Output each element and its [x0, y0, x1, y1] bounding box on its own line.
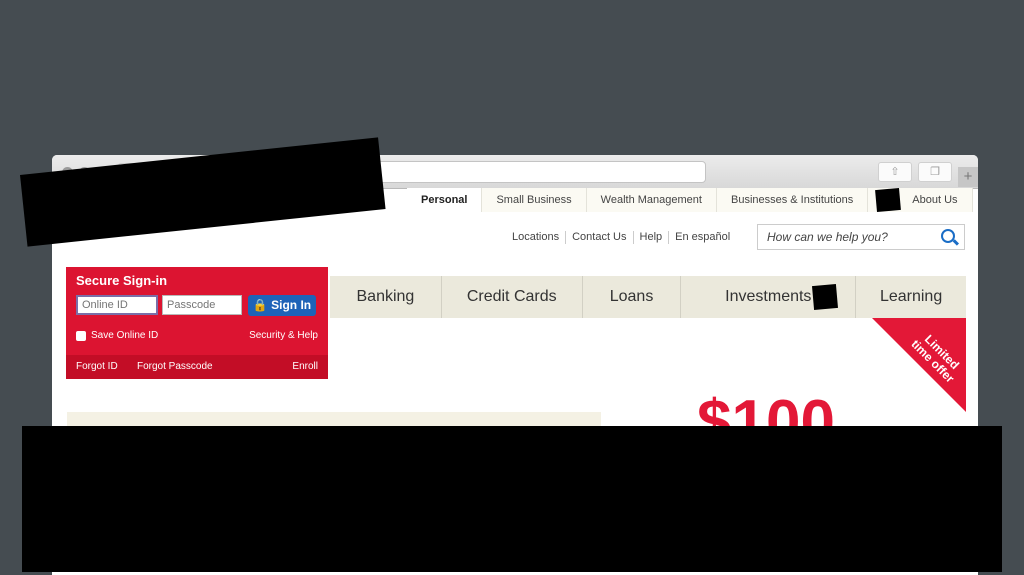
site-search-input[interactable]: How can we help you?	[757, 224, 965, 250]
main-nav-credit-cards[interactable]: Credit Cards	[442, 276, 583, 318]
top-nav-wealth-management[interactable]: Wealth Management	[586, 188, 717, 212]
forgot-id-link[interactable]: Forgot ID	[76, 361, 118, 372]
redaction-square	[811, 283, 839, 311]
help-link[interactable]: Help	[634, 231, 670, 244]
secure-signin-panel: Secure Sign-in 🔒 Sign In Save Online ID …	[66, 267, 328, 379]
tabs-icon[interactable]: ❐	[918, 162, 952, 182]
main-nav-loans[interactable]: Loans	[583, 276, 682, 318]
espanol-link[interactable]: En español	[669, 231, 736, 244]
top-nav-personal[interactable]: Personal	[407, 188, 483, 212]
top-nav-businesses-institutions[interactable]: Businesses & Institutions	[716, 188, 869, 212]
top-nav-small-business[interactable]: Small Business	[482, 188, 587, 212]
utility-links: Locations Contact Us Help En español	[506, 231, 736, 244]
redaction-square	[875, 187, 901, 213]
main-nav: Banking Credit Cards Loans Investments L…	[330, 276, 966, 318]
sign-in-button[interactable]: 🔒 Sign In	[248, 295, 316, 316]
signin-title: Secure Sign-in	[76, 273, 168, 288]
contact-us-link[interactable]: Contact Us	[566, 231, 634, 244]
online-id-input[interactable]	[76, 295, 158, 315]
main-nav-learning[interactable]: Learning	[856, 276, 966, 318]
redaction-block	[22, 426, 1002, 572]
limited-offer-ribbon: Limited time offer	[872, 318, 966, 412]
enroll-link[interactable]: Enroll	[292, 361, 318, 372]
locations-link[interactable]: Locations	[506, 231, 567, 244]
search-icon[interactable]	[941, 229, 955, 243]
main-nav-banking[interactable]: Banking	[330, 276, 442, 318]
search-placeholder: How can we help you?	[767, 230, 888, 244]
new-tab-button[interactable]: +	[958, 167, 978, 187]
save-online-id-label: Save Online ID	[91, 330, 159, 341]
signin-footer: Forgot ID Forgot Passcode Enroll	[66, 355, 328, 379]
forgot-passcode-link[interactable]: Forgot Passcode	[137, 361, 213, 372]
lock-icon: 🔒	[252, 298, 268, 312]
share-icon[interactable]: ⇧	[878, 162, 912, 182]
security-help-link[interactable]: Security & Help	[249, 330, 318, 341]
sign-in-label: Sign In	[271, 298, 312, 312]
save-online-id-checkbox[interactable]	[76, 331, 86, 341]
passcode-input[interactable]	[162, 295, 242, 315]
ribbon-text: Limited time offer	[908, 332, 962, 386]
